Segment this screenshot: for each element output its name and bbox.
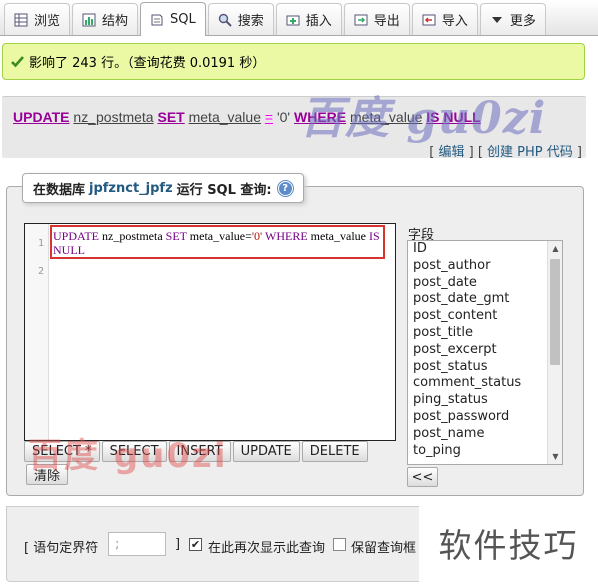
structure-icon	[81, 12, 97, 28]
column-item[interactable]: comment_status	[408, 375, 562, 392]
query-button-row: SELECT * SELECT INSERT UPDATE DELETE	[24, 441, 370, 462]
code-keyword: NULL	[53, 243, 85, 257]
editor-code[interactable]: UPDATE nz_postmeta SET meta_value='0' WH…	[53, 229, 393, 257]
import-icon	[421, 12, 437, 28]
scroll-up-icon[interactable]: ▲	[548, 241, 562, 256]
sql-keyword-is-null[interactable]: IS NULL	[426, 109, 480, 125]
tab-insert-label: 插入	[305, 14, 332, 29]
success-text: 影响了 243 行。（查询花费 0.0191 秒）	[29, 56, 266, 71]
brand-watermark: 软件技巧	[419, 499, 598, 586]
tab-search-label: 搜索	[237, 14, 264, 29]
columns-scrollbar[interactable]: ▲ ▼	[547, 241, 562, 464]
tab-browse[interactable]: 浏览	[4, 3, 71, 35]
show-again-checkbox[interactable]: ✔	[189, 538, 202, 551]
line-number: 1	[37, 238, 44, 249]
sql-keyword-where[interactable]: WHERE	[294, 109, 346, 125]
tab-export[interactable]: 导出	[343, 3, 410, 35]
tab-structure-label: 结构	[102, 14, 129, 29]
sql-display: UPDATE nz_postmeta SET meta_value = '0' …	[2, 96, 586, 160]
legend-suffix: 运行 SQL 查询:	[176, 182, 272, 198]
tab-more[interactable]: 更多	[479, 3, 546, 35]
check-icon	[11, 56, 24, 68]
tab-sql[interactable]: SQL	[140, 2, 206, 36]
sql-icon	[149, 12, 165, 28]
column-item[interactable]: post_date	[408, 275, 562, 292]
line-number: 2	[37, 266, 44, 277]
tab-insert[interactable]: 插入	[275, 3, 342, 35]
sql-table-name[interactable]: nz_postmeta	[73, 109, 153, 125]
keep-box-label[interactable]: 保留查询框	[351, 537, 416, 556]
delimiter-input[interactable]: ;	[108, 532, 166, 556]
tab-more-label: 更多	[509, 14, 536, 29]
code-keyword: SET	[165, 229, 187, 243]
line-number-gutter: 1 2	[25, 224, 49, 440]
tab-search[interactable]: 搜索	[207, 3, 274, 35]
code-operator: =	[245, 229, 252, 243]
show-again-label[interactable]: 在此再次显示此查询	[208, 537, 325, 556]
select-button[interactable]: SELECT	[101, 441, 167, 462]
create-php-link[interactable]: 创建 PHP 代码	[487, 145, 573, 160]
column-item[interactable]: post_author	[408, 258, 562, 275]
scroll-thumb[interactable]	[550, 259, 560, 365]
sql-query-text: UPDATE nz_postmeta SET meta_value = '0' …	[13, 109, 481, 125]
select-all-button[interactable]: SELECT *	[24, 441, 100, 462]
database-name: jpfznct_jpfz	[89, 180, 173, 196]
sql-keyword-set[interactable]: SET	[157, 109, 184, 125]
export-icon	[353, 12, 369, 28]
chevron-down-icon	[489, 12, 505, 28]
tab-export-label: 导出	[373, 14, 400, 29]
search-icon	[217, 12, 233, 28]
delimiter-bracket: ]	[175, 537, 181, 552]
column-item[interactable]: post_content	[408, 308, 562, 325]
success-message: 影响了 243 行。（查询花费 0.0191 秒）	[2, 43, 585, 80]
sql-keyword-update[interactable]: UPDATE	[13, 109, 70, 125]
column-item[interactable]: post_excerpt	[408, 342, 562, 359]
tab-sql-label: SQL	[170, 12, 196, 27]
code-keyword: WHERE	[265, 229, 308, 243]
tab-browse-label: 浏览	[34, 14, 61, 29]
update-button[interactable]: UPDATE	[232, 441, 300, 462]
columns-list[interactable]: ID post_author post_date post_date_gmt p…	[407, 240, 563, 465]
code-column: meta_value	[189, 229, 246, 243]
sql-column-name-2[interactable]: meta_value	[350, 109, 422, 125]
sql-links: [ 编辑 ] [ 创建 PHP 代码 ]	[429, 145, 582, 160]
code-column: meta_value	[310, 229, 366, 243]
column-item[interactable]: ping_status	[408, 392, 562, 409]
query-panel-legend: 在数据库 jpfznct_jpfz 运行 SQL 查询: ?	[22, 173, 304, 203]
delimiter-label: [ 语句定界符	[24, 541, 99, 556]
clear-button[interactable]: 清除	[26, 464, 69, 485]
insert-icon	[285, 12, 301, 28]
tab-bar: 浏览 结构 SQL 搜索 插入 导出 导入 更多	[0, 0, 598, 36]
tab-import[interactable]: 导入	[411, 3, 478, 35]
code-table: nz_postmeta	[102, 229, 163, 243]
help-icon[interactable]: ?	[277, 180, 293, 196]
column-item[interactable]: post_date_gmt	[408, 291, 562, 308]
sql-operator: =	[264, 109, 274, 125]
browse-icon	[13, 12, 29, 28]
scroll-down-icon[interactable]: ▼	[548, 449, 562, 464]
code-keyword: IS	[368, 229, 380, 243]
column-item[interactable]: post_title	[408, 325, 562, 342]
tab-import-label: 导入	[441, 14, 468, 29]
column-item[interactable]: ID	[408, 241, 562, 258]
delete-button[interactable]: DELETE	[301, 441, 368, 462]
edit-link[interactable]: 编辑	[438, 145, 464, 160]
tab-structure[interactable]: 结构	[72, 3, 139, 35]
column-item[interactable]: post_name	[408, 426, 562, 443]
insert-column-button[interactable]: <<	[407, 467, 438, 487]
keep-box-checkbox[interactable]	[333, 538, 346, 551]
insert-button[interactable]: INSERT	[168, 441, 231, 462]
sql-value: '0'	[276, 109, 291, 125]
column-item[interactable]: post_password	[408, 409, 562, 426]
sql-column-name[interactable]: meta_value	[189, 109, 261, 125]
sql-editor[interactable]: 1 2 UPDATE nz_postmeta SET meta_value='0…	[24, 223, 396, 441]
column-item[interactable]: post_status	[408, 359, 562, 376]
column-item[interactable]: to_ping	[408, 443, 562, 460]
code-keyword: UPDATE	[53, 229, 100, 243]
code-string: '0'	[251, 229, 263, 243]
legend-prefix: 在数据库	[33, 182, 86, 198]
